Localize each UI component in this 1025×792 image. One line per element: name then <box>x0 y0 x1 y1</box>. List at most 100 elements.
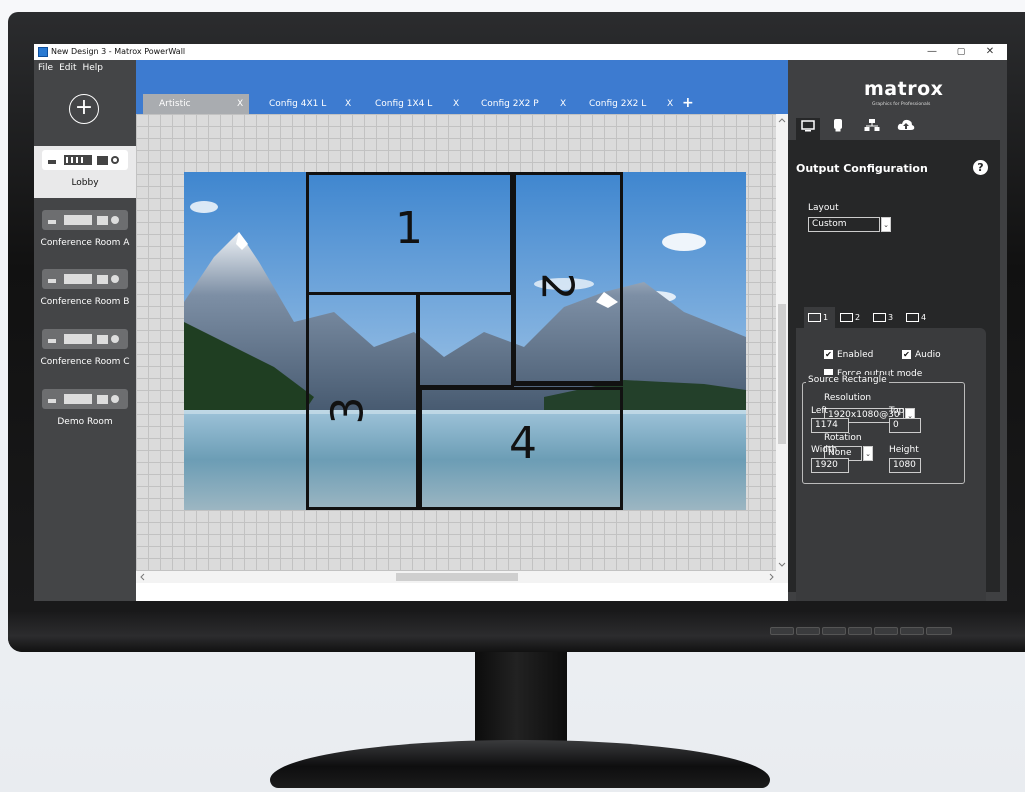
tab-close-button[interactable]: X <box>667 94 673 114</box>
output-box-3[interactable]: 3 <box>306 292 419 510</box>
output-box-1[interactable]: 1 <box>306 172 513 295</box>
top-label: Top <box>889 406 905 416</box>
tab-label: Artistic <box>159 99 191 109</box>
layout-label: Layout <box>808 203 839 213</box>
audio-label: Audio <box>915 350 941 360</box>
tab-cloud-upload-icon[interactable] <box>894 118 918 140</box>
device-icon <box>42 329 128 349</box>
tab-label: Config 2X2 L <box>589 99 647 109</box>
monitor-button <box>822 627 846 635</box>
add-tab-button[interactable]: + <box>682 94 694 112</box>
output-number: 3 <box>322 396 374 425</box>
tab-label: Config 1X4 L <box>375 99 433 109</box>
title-bar: New Design 3 - Matrox PowerWall — ▢ ✕ <box>34 44 1007 60</box>
panel-title: Output Configuration <box>796 162 928 175</box>
output-configuration-panel: Output Configuration ? Layout Custom ⌄ 1… <box>788 140 1000 601</box>
monitor-button <box>874 627 898 635</box>
layout-select[interactable]: Custom ⌄ <box>808 217 891 232</box>
device-item-lobby[interactable]: Lobby <box>34 146 136 198</box>
output-box-2[interactable]: 2 <box>511 172 623 386</box>
device-label: Conference Room C <box>40 357 130 367</box>
app-icon <box>38 47 48 57</box>
left-label: Left <box>811 406 828 416</box>
monitor-button <box>770 627 794 635</box>
output-tab-2[interactable]: 2 <box>836 307 867 328</box>
menu-file[interactable]: File <box>38 63 53 73</box>
help-icon[interactable]: ? <box>973 160 988 175</box>
audio-checkbox[interactable]: ✔ Audio <box>902 350 941 360</box>
height-input[interactable]: 1080 <box>889 458 921 473</box>
monitor-button <box>900 627 924 635</box>
source-image[interactable]: 1 2 3 4 <box>184 172 746 510</box>
device-label: Demo Room <box>57 417 113 427</box>
width-input[interactable]: 1920 <box>811 458 849 473</box>
output-number: 4 <box>509 418 537 469</box>
output-number: 1 <box>395 203 423 254</box>
device-icon <box>42 389 128 409</box>
monitor-icon <box>840 313 853 322</box>
device-label: Lobby <box>71 178 99 188</box>
screen: New Design 3 - Matrox PowerWall — ▢ ✕ Fi… <box>34 44 1007 601</box>
close-button[interactable]: ✕ <box>977 44 1003 60</box>
properties-panel: matrox Graphics for Professionals Output… <box>788 60 1007 601</box>
device-sidebar: File Edit Help + Lobby Conference Room A C… <box>34 60 136 601</box>
output-tab-1[interactable]: 1 <box>804 307 835 328</box>
vertical-scroll-thumb[interactable] <box>778 304 786 444</box>
tab-close-button[interactable]: X <box>453 94 459 114</box>
top-input[interactable]: 0 <box>889 418 921 433</box>
menu-help[interactable]: Help <box>83 63 104 73</box>
tab-output-icon[interactable] <box>796 118 820 140</box>
device-item-conference-room-a[interactable]: Conference Room A <box>34 206 136 258</box>
output-tab-label: 2 <box>855 313 861 322</box>
monitor-icon <box>873 313 886 322</box>
menu-bar: File Edit Help <box>38 63 109 73</box>
status-area <box>136 583 788 601</box>
device-label: Conference Room A <box>40 238 130 248</box>
tab-config-2x2-p[interactable]: Config 2X2 P X <box>461 94 569 114</box>
left-input[interactable]: 1174 <box>811 418 849 433</box>
device-label: Conference Room B <box>40 297 130 307</box>
menu-edit[interactable]: Edit <box>59 63 76 73</box>
check-icon: ✔ <box>902 350 911 359</box>
enabled-label: Enabled <box>837 350 874 360</box>
monitor-button <box>796 627 820 635</box>
tab-config-2x2-l[interactable]: Config 2X2 L X <box>569 94 677 114</box>
device-item-demo-room[interactable]: Demo Room <box>34 385 136 437</box>
layout-value: Custom <box>812 219 847 229</box>
minimize-button[interactable]: — <box>919 44 945 60</box>
window-title: New Design 3 - Matrox PowerWall <box>51 47 186 56</box>
height-label: Height <box>889 445 919 455</box>
add-device-button[interactable]: + <box>69 94 99 124</box>
tab-close-button[interactable]: X <box>345 94 351 114</box>
output-tab-label: 1 <box>823 313 829 322</box>
enabled-checkbox[interactable]: ✔ Enabled <box>824 350 873 360</box>
device-icon <box>42 150 128 170</box>
output-box-center[interactable] <box>417 292 514 388</box>
tab-config-4x1-l[interactable]: Config 4X1 L X <box>249 94 355 114</box>
tab-close-button[interactable]: X <box>237 94 243 114</box>
tab-artistic[interactable]: Artistic X <box>143 94 249 114</box>
source-rectangle-group: Left 1174 Top 0 Width 1920 Height 1080 <box>802 382 965 484</box>
output-tab-4[interactable]: 4 <box>902 307 933 328</box>
chevron-down-icon: ⌄ <box>881 217 891 232</box>
device-item-conference-room-c[interactable]: Conference Room C <box>34 325 136 377</box>
monitor-chin <box>8 612 1025 652</box>
device-icon <box>42 210 128 230</box>
monitor-power-button <box>926 627 952 635</box>
output-box-4[interactable]: 4 <box>417 387 623 510</box>
output-number: 2 <box>531 272 583 301</box>
maximize-button[interactable]: ▢ <box>948 44 974 60</box>
monitor-icon <box>808 313 821 322</box>
output-tab-3[interactable]: 3 <box>869 307 900 328</box>
tab-close-button[interactable]: X <box>560 94 566 114</box>
tab-label: Config 2X2 P <box>481 99 539 109</box>
device-item-conference-room-b[interactable]: Conference Room B <box>34 265 136 317</box>
device-icon <box>42 269 128 289</box>
check-icon: ✔ <box>824 350 833 359</box>
design-tab-bar: Artistic X Config 4X1 L X Config 1X4 L X… <box>136 60 788 114</box>
source-rectangle-label: Source Rectangle <box>806 375 889 385</box>
tab-network-icon[interactable] <box>860 118 884 140</box>
tab-card-icon[interactable] <box>826 118 850 140</box>
tab-config-1x4-l[interactable]: Config 1X4 L X <box>355 94 461 114</box>
horizontal-scroll-thumb[interactable] <box>396 573 518 581</box>
